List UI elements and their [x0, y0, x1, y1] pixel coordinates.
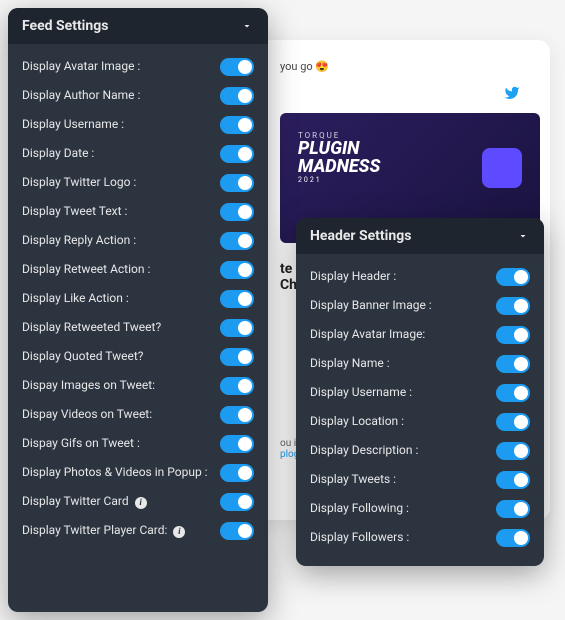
feed-setting-row: Display Tweet Text :	[22, 197, 254, 226]
feed-setting-label: Display Like Action :	[22, 291, 220, 307]
banner-pretitle: TORQUE	[298, 131, 522, 140]
feed-setting-label: Display Date :	[22, 146, 220, 162]
feed-setting-toggle[interactable]	[220, 116, 254, 134]
header-setting-row: Display Avatar Image:	[310, 320, 530, 349]
feed-setting-toggle[interactable]	[220, 377, 254, 395]
feed-setting-row: Display Twitter Player Card: i	[22, 516, 254, 545]
feed-setting-row: Display Photos & Videos in Popup :	[22, 458, 254, 487]
feed-setting-row: Dispay Images on Tweet:	[22, 371, 254, 400]
header-setting-row: Display Tweets :	[310, 465, 530, 494]
header-setting-toggle[interactable]	[496, 471, 530, 489]
feed-setting-toggle[interactable]	[220, 319, 254, 337]
header-setting-label: Display Location :	[310, 414, 496, 430]
feed-setting-toggle[interactable]	[220, 232, 254, 250]
feed-setting-label: Display Photos & Videos in Popup :	[22, 465, 220, 481]
feed-setting-label: Display Twitter Logo :	[22, 175, 220, 191]
feed-setting-label: Display Quoted Tweet?	[22, 349, 220, 365]
feed-setting-row: Dispay Gifs on Tweet :	[22, 429, 254, 458]
header-setting-label: Display Following :	[310, 501, 496, 517]
header-setting-toggle[interactable]	[496, 500, 530, 518]
feed-setting-label: Display Retweeted Tweet?	[22, 320, 220, 336]
header-setting-label: Display Header :	[310, 269, 496, 285]
feed-setting-row: Display Author Name :	[22, 81, 254, 110]
header-setting-toggle[interactable]	[496, 326, 530, 344]
header-setting-toggle[interactable]	[496, 355, 530, 373]
header-setting-row: Display Name :	[310, 349, 530, 378]
feed-setting-toggle[interactable]	[220, 174, 254, 192]
header-setting-row: Display Username :	[310, 378, 530, 407]
emoji-icon: 😍	[315, 60, 329, 73]
info-icon[interactable]: i	[135, 497, 147, 509]
feed-setting-row: Display Date :	[22, 139, 254, 168]
header-setting-label: Display Followers :	[310, 530, 496, 546]
feed-settings-title: Feed Settings	[22, 18, 108, 34]
header-setting-toggle[interactable]	[496, 268, 530, 286]
feed-setting-label: Display Twitter Player Card: i	[22, 523, 220, 539]
feed-settings-body: Display Avatar Image : Display Author Nam…	[8, 44, 268, 559]
feed-setting-row: Display Twitter Card i	[22, 487, 254, 516]
feed-setting-row: Display Avatar Image :	[22, 52, 254, 81]
header-setting-row: Display Banner Image :	[310, 291, 530, 320]
feed-setting-toggle[interactable]	[220, 203, 254, 221]
feed-setting-toggle[interactable]	[220, 522, 254, 540]
feed-setting-label: Display Reply Action :	[22, 233, 220, 249]
header-setting-label: Display Username :	[310, 385, 496, 401]
feed-setting-toggle[interactable]	[220, 464, 254, 482]
header-setting-row: Display Followers :	[310, 523, 530, 552]
feed-setting-row: Display Like Action :	[22, 284, 254, 313]
header-setting-row: Display Location :	[310, 407, 530, 436]
feed-settings-header[interactable]: Feed Settings	[8, 8, 268, 44]
header-setting-toggle[interactable]	[496, 529, 530, 547]
header-settings-body: Display Header : Display Banner Image : Di…	[296, 254, 544, 566]
info-icon[interactable]: i	[173, 526, 185, 538]
feed-setting-row: Display Quoted Tweet?	[22, 342, 254, 371]
header-settings-header[interactable]: Header Settings	[296, 218, 544, 254]
header-settings-panel: Header Settings Display Header :Display …	[296, 218, 544, 566]
header-setting-toggle[interactable]	[496, 413, 530, 431]
feed-setting-row: Display Twitter Logo :	[22, 168, 254, 197]
feed-setting-toggle[interactable]	[220, 290, 254, 308]
feed-setting-toggle[interactable]	[220, 87, 254, 105]
feed-setting-row: Display Retweeted Tweet?	[22, 313, 254, 342]
twitter-icon	[504, 85, 520, 105]
header-setting-label: Display Avatar Image:	[310, 327, 496, 343]
feed-settings-panel: Feed Settings Display Avatar Image :Disp…	[8, 8, 268, 612]
feed-setting-label: Dispay Images on Tweet:	[22, 378, 220, 394]
feed-setting-label: Dispay Gifs on Tweet :	[22, 436, 220, 452]
banner-logo-icon	[482, 148, 522, 188]
header-setting-toggle[interactable]	[496, 297, 530, 315]
feed-setting-toggle[interactable]	[220, 435, 254, 453]
feed-setting-row: Display Reply Action :	[22, 226, 254, 255]
feed-setting-label: Display Avatar Image :	[22, 59, 220, 75]
feed-setting-row: Display Username :	[22, 110, 254, 139]
feed-setting-label: Dispay Videos on Tweet:	[22, 407, 220, 423]
feed-setting-label: Display Tweet Text :	[22, 204, 220, 220]
feed-setting-label: Display Twitter Card i	[22, 494, 220, 510]
chevron-down-icon[interactable]	[240, 19, 254, 33]
header-setting-label: Display Description :	[310, 443, 496, 459]
feed-setting-toggle[interactable]	[220, 493, 254, 511]
feed-setting-row: Display Retweet Action :	[22, 255, 254, 284]
header-setting-label: Display Name :	[310, 356, 496, 372]
feed-setting-toggle[interactable]	[220, 145, 254, 163]
feed-setting-toggle[interactable]	[220, 58, 254, 76]
header-setting-row: Display Description :	[310, 436, 530, 465]
feed-setting-label: Display Author Name :	[22, 88, 220, 104]
header-setting-row: Display Following :	[310, 494, 530, 523]
feed-setting-label: Display Username :	[22, 117, 220, 133]
feed-setting-toggle[interactable]	[220, 406, 254, 424]
feed-setting-toggle[interactable]	[220, 348, 254, 366]
header-setting-toggle[interactable]	[496, 384, 530, 402]
feed-setting-row: Dispay Videos on Tweet:	[22, 400, 254, 429]
feed-setting-toggle[interactable]	[220, 261, 254, 279]
header-setting-label: Display Tweets :	[310, 472, 496, 488]
feed-setting-label: Display Retweet Action :	[22, 262, 220, 278]
header-setting-label: Display Banner Image :	[310, 298, 496, 314]
header-setting-row: Display Header :	[310, 262, 530, 291]
header-settings-title: Header Settings	[310, 228, 411, 244]
chevron-down-icon[interactable]	[516, 229, 530, 243]
header-setting-toggle[interactable]	[496, 442, 530, 460]
